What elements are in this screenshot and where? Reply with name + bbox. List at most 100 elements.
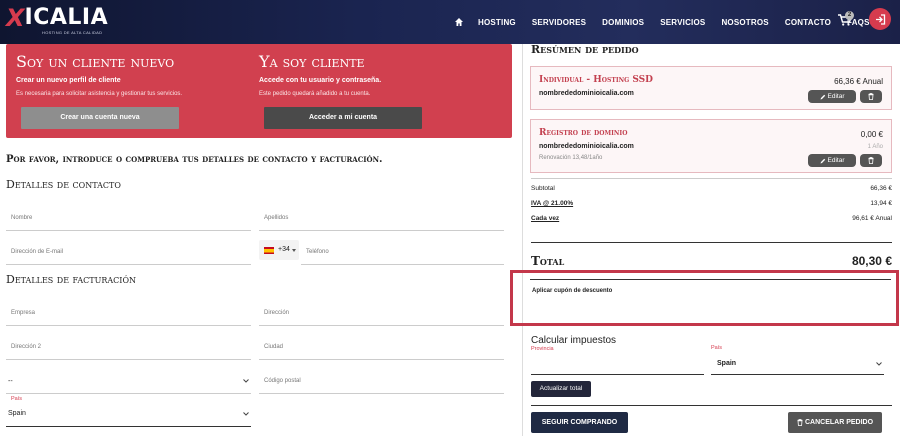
trash-icon: [868, 157, 874, 164]
postal-code-placeholder: Código postal: [264, 378, 301, 384]
pencil-icon: [820, 158, 825, 163]
logo-text: ICALIA: [24, 5, 109, 30]
item-title: Registro de dominio: [539, 128, 628, 138]
new-client-column: Soy un cliente nuevo Crear un nuevo perf…: [16, 52, 182, 97]
item-title: Individual - Hosting SSD: [539, 75, 653, 85]
logo[interactable]: X ICALIA HOSTING DE ALTA CALIDAD: [6, 4, 109, 36]
update-total-button[interactable]: Actualizar total: [531, 381, 591, 397]
nav-nosotros[interactable]: NOSOTROS: [721, 18, 768, 27]
home-icon[interactable]: [454, 17, 464, 27]
nav-servicios[interactable]: SERVICIOS: [660, 18, 705, 27]
logo-mark: X: [6, 4, 25, 32]
tax-country-select[interactable]: País Spain: [711, 345, 884, 375]
nav-dominios[interactable]: DOMINIOS: [602, 18, 644, 27]
sign-in-icon: [875, 13, 885, 25]
address2-placeholder: Dirección 2: [11, 344, 42, 350]
coupon-toggle[interactable]: Aplicar cupón de descuento: [532, 288, 612, 294]
province-field[interactable]: Provincia: [531, 346, 704, 375]
tax-country-label: País: [711, 345, 723, 351]
city-field[interactable]: Ciudad: [259, 332, 504, 360]
tax-calculator-title: Calcular impuestos: [531, 335, 617, 346]
nav-contacto[interactable]: CONTACTO: [785, 18, 831, 27]
item-domain: nombrededominioicalia.com: [539, 143, 634, 150]
country-value: Spain: [8, 410, 26, 417]
recurring-value: 96,61 € Anual: [852, 215, 892, 222]
actions-divider: [531, 405, 892, 406]
summary-divider: [531, 178, 892, 179]
total-divider: [531, 242, 892, 243]
edit-label: Editar: [827, 93, 845, 100]
phone-prefix-value: +34: [278, 246, 290, 253]
subtotal-value: 66,36 €: [870, 185, 892, 192]
remove-item-button[interactable]: [860, 90, 882, 103]
phone-prefix-select[interactable]: +34: [259, 240, 299, 260]
caret-down-icon: [292, 249, 296, 252]
existing-client-desc: Este pedido quedará añadido a tu cuenta.: [259, 91, 371, 97]
trash-icon: [868, 93, 874, 100]
item-domain: nombrededominioicalia.com: [539, 90, 634, 97]
email-field[interactable]: Dirección de E-mail: [6, 237, 251, 265]
company-field[interactable]: Empresa: [6, 298, 251, 326]
edit-label: Editar: [827, 157, 845, 164]
subtotal-label: Subtotal: [531, 185, 555, 192]
pencil-icon: [820, 94, 825, 99]
logo-tagline: HOSTING DE ALTA CALIDAD: [42, 30, 103, 35]
tax-country-value: Spain: [717, 360, 737, 367]
column-divider: [522, 44, 523, 436]
phone-field[interactable]: Teléfono: [301, 237, 504, 265]
last-name-field[interactable]: Apellidos: [259, 203, 504, 231]
cart-count-badge: 2: [845, 11, 854, 20]
login-account-button[interactable]: Acceder a mi cuenta: [264, 107, 422, 129]
existing-client-subtitle: Accede con tu usuario y contraseña.: [259, 77, 382, 84]
cancel-order-button[interactable]: CANCELAR PEDIDO: [788, 412, 882, 433]
trash-icon: [797, 419, 803, 426]
edit-item-button[interactable]: Editar: [808, 154, 856, 167]
item-renewal: Renovación 13,48/1año: [539, 155, 603, 161]
country-label: País: [11, 396, 23, 402]
coupon-divider: [530, 279, 891, 280]
address2-field[interactable]: Dirección 2: [6, 332, 251, 360]
nav-servidores[interactable]: SERVIDORES: [532, 18, 586, 27]
province-label: Provincia: [531, 346, 554, 352]
postal-code-field[interactable]: Código postal: [259, 366, 504, 394]
address-placeholder: Dirección: [264, 310, 290, 316]
item-price: 0,00 €: [860, 130, 883, 139]
recurring-label: Cada vez: [531, 215, 560, 222]
new-client-desc: Es necesaria para solicitar asistencia y…: [16, 91, 183, 97]
existing-client-title: Ya soy cliente: [259, 52, 365, 71]
edit-item-button[interactable]: Editar: [808, 90, 856, 103]
login-button[interactable]: [869, 8, 891, 30]
phone-placeholder: Teléfono: [306, 249, 329, 255]
spain-flag-icon: [264, 247, 274, 254]
state-select[interactable]: --: [6, 366, 251, 394]
city-placeholder: Ciudad: [264, 344, 284, 350]
coupon-section[interactable]: Aplicar cupón de descuento: [510, 270, 899, 326]
order-item-domain: Registro de dominio nombrededominioicali…: [530, 119, 892, 173]
first-name-field[interactable]: Nombre: [6, 203, 251, 231]
remove-item-button[interactable]: [860, 154, 882, 167]
site-header: X ICALIA HOSTING DE ALTA CALIDAD HOSTING…: [0, 0, 900, 44]
billing-details-title: Detalles de facturación: [6, 273, 136, 286]
total-row: Total 80,30 €: [531, 254, 892, 270]
item-price: 66,36 € Anual: [834, 77, 883, 86]
iva-value: 13,94 €: [870, 200, 892, 207]
address-field[interactable]: Dirección: [259, 298, 504, 326]
main-nav: HOSTING SERVIDORES DOMINIOS SERVICIOS NO…: [454, 17, 886, 27]
continue-shopping-button[interactable]: SEGUIR COMPRANDO: [531, 412, 628, 433]
total-value: 80,30 €: [851, 254, 892, 268]
chevron-down-icon: [243, 412, 249, 416]
total-label: Total: [531, 254, 565, 268]
company-placeholder: Empresa: [11, 310, 36, 316]
new-client-title: Soy un cliente nuevo: [16, 52, 175, 71]
nav-hosting[interactable]: HOSTING: [478, 18, 516, 27]
email-placeholder: Dirección de E-mail: [11, 249, 64, 255]
item-period: 1 Año: [867, 144, 883, 150]
order-item-hosting: Individual - Hosting SSD nombrededominio…: [530, 66, 892, 110]
create-account-button[interactable]: Crear una cuenta nueva: [21, 107, 179, 129]
new-client-subtitle: Crear un nuevo perfil de cliente: [16, 77, 121, 84]
country-select[interactable]: País Spain: [6, 396, 251, 427]
last-name-placeholder: Apellidos: [264, 215, 289, 221]
contact-details-title: Detalles de contacto: [6, 178, 121, 191]
order-summary-title: Resúmen de pedido: [531, 43, 639, 56]
iva-label: IVA @ 21.00%: [531, 200, 574, 207]
